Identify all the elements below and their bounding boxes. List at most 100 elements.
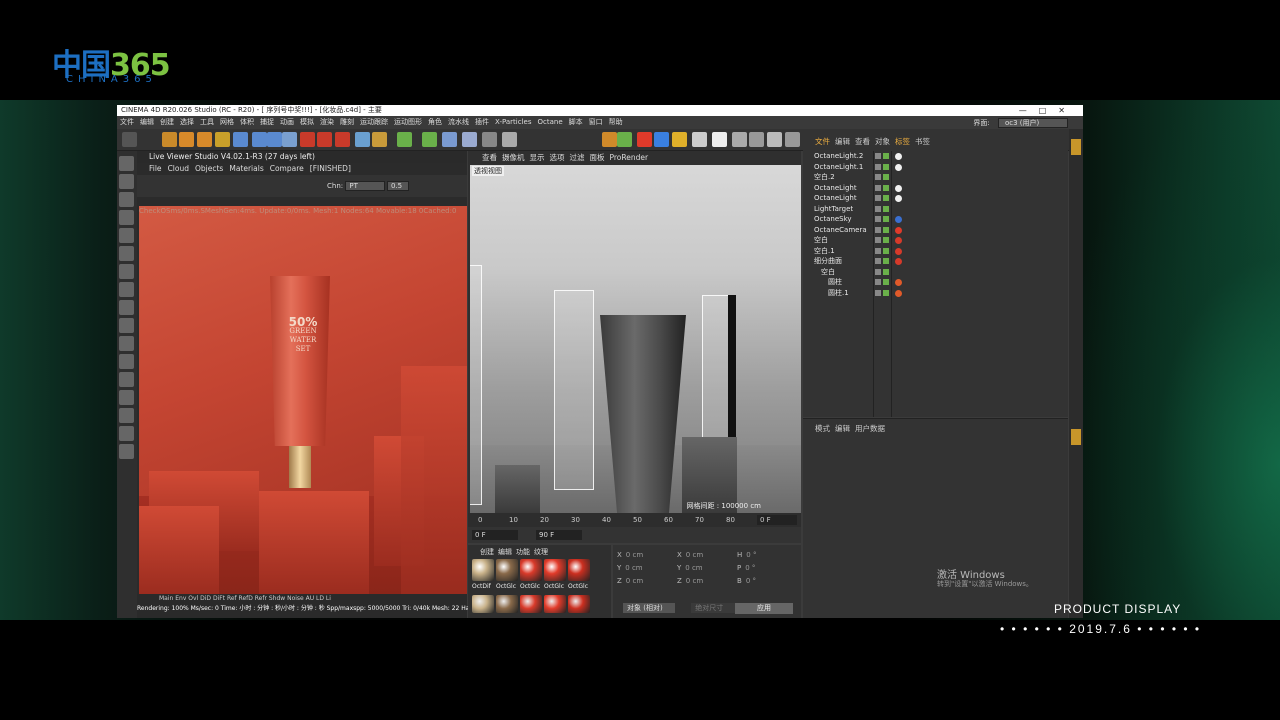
enabled-check-icon[interactable] — [883, 258, 889, 264]
visibility-icon[interactable] — [875, 195, 881, 201]
menu-item[interactable]: 动画 — [280, 118, 294, 126]
visibility-icon[interactable] — [875, 258, 881, 264]
lv-menu-item[interactable]: Objects — [195, 164, 223, 173]
close-button[interactable]: ✕ — [1058, 106, 1077, 115]
coord-value[interactable]: 0 cm — [625, 564, 642, 572]
object-menu-item[interactable]: 对象 — [875, 137, 890, 146]
material-swatch[interactable] — [568, 595, 590, 613]
lv-menu-item[interactable]: [FINISHED] — [310, 164, 351, 173]
object-menu-item[interactable]: 编辑 — [835, 137, 850, 146]
material-tag-icon[interactable] — [895, 289, 902, 297]
side-tab[interactable] — [1071, 139, 1081, 155]
toolbar-icon[interactable] — [785, 132, 800, 147]
visibility-icon[interactable] — [875, 279, 881, 285]
menu-item[interactable]: 工具 — [200, 118, 214, 126]
coord-field[interactable]: Y0 cm — [677, 564, 737, 572]
enabled-check-icon[interactable] — [883, 247, 889, 254]
object-menu-item[interactable]: 查看 — [855, 137, 870, 146]
toolbar-icon[interactable] — [482, 132, 497, 147]
minimize-button[interactable]: — — [1019, 106, 1039, 115]
menu-item[interactable]: 创建 — [160, 118, 174, 126]
material-swatch[interactable] — [496, 595, 518, 613]
material-tag-icon[interactable] — [895, 163, 902, 171]
coord-value[interactable]: 0 cm — [626, 551, 643, 559]
object-row[interactable]: OctaneCamera — [803, 225, 1068, 236]
side-tab[interactable] — [1071, 429, 1081, 445]
menu-item[interactable]: 编辑 — [140, 118, 154, 126]
start-frame-field[interactable]: 0 F — [472, 530, 518, 540]
visibility-icon[interactable] — [875, 163, 881, 170]
toolbar-icon[interactable] — [355, 132, 370, 147]
viewport-menu-item[interactable]: 选项 — [550, 153, 565, 162]
coord-value[interactable]: 0 cm — [626, 577, 643, 585]
visibility-icon[interactable] — [875, 289, 881, 296]
toolbar-icon[interactable] — [732, 132, 747, 147]
object-row[interactable]: LightTarget — [803, 204, 1068, 215]
coord-field[interactable]: X 0 cm — [617, 551, 677, 559]
coord-mode-dropdown[interactable]: 对象 (相对) — [623, 603, 675, 613]
material-swatch[interactable] — [472, 559, 494, 581]
attribute-menu-item[interactable]: 用户数据 — [855, 424, 885, 433]
object-row[interactable]: 圆柱.1 — [803, 288, 1068, 299]
visibility-icon[interactable] — [875, 205, 881, 212]
menu-item[interactable]: X-Particles — [495, 118, 531, 126]
material-menu-item[interactable]: 编辑 — [498, 548, 512, 556]
toolbar-icon[interactable] — [335, 132, 350, 147]
coord-value[interactable]: 0 cm — [686, 551, 703, 559]
tool-icon[interactable] — [119, 282, 134, 297]
material-menu-item[interactable]: 纹理 — [534, 548, 548, 556]
visibility-icon[interactable] — [875, 268, 881, 275]
toolbar-icon[interactable] — [233, 132, 248, 147]
object-row[interactable]: 空白 — [803, 267, 1068, 278]
visibility-icon[interactable] — [875, 174, 881, 180]
toolbar-icon[interactable] — [767, 132, 782, 147]
viewport-menu-item[interactable]: 面板 — [590, 153, 605, 162]
current-frame-field[interactable]: 0 F — [757, 515, 797, 525]
toolbar-icon[interactable] — [749, 132, 764, 147]
menu-item[interactable]: 流水线 — [448, 118, 469, 126]
toolbar-icon[interactable] — [282, 132, 297, 147]
material-tag-icon[interactable] — [895, 195, 902, 202]
visibility-icon[interactable] — [875, 153, 881, 159]
viewport-menu-item[interactable]: ProRender — [610, 153, 649, 162]
enabled-check-icon[interactable] — [883, 195, 889, 201]
tool-icon[interactable] — [119, 192, 134, 207]
toolbar-icon[interactable] — [179, 132, 194, 147]
tool-icon[interactable] — [119, 210, 134, 225]
menu-item[interactable]: 模拟 — [300, 118, 314, 126]
material-tag-icon[interactable] — [895, 153, 902, 160]
channel-selector[interactable]: Chn: PT — [327, 181, 386, 191]
perspective-viewport[interactable]: 透视视图 网格间距 : 100000 cm — [470, 165, 801, 513]
object-row[interactable]: 细分曲面 — [803, 256, 1068, 267]
menu-item[interactable]: 运动图形 — [394, 118, 422, 126]
toolbar-icon[interactable] — [267, 132, 282, 147]
enabled-check-icon[interactable] — [883, 184, 889, 191]
material-swatch[interactable] — [568, 559, 590, 581]
toolbar-icon[interactable] — [672, 132, 687, 147]
toolbar-icon[interactable] — [637, 132, 652, 147]
enabled-check-icon[interactable] — [883, 205, 889, 212]
tool-icon[interactable] — [119, 444, 134, 459]
lv-menu-item[interactable]: Cloud — [168, 164, 189, 173]
toolbar-icon[interactable] — [502, 132, 517, 147]
maximize-button[interactable]: □ — [1039, 106, 1059, 115]
toolbar-icon[interactable] — [602, 132, 617, 147]
material-swatch[interactable] — [544, 559, 566, 581]
coord-value[interactable]: 0 ° — [745, 564, 755, 572]
material-tag-icon[interactable] — [895, 184, 902, 192]
coord-value[interactable]: 0 ° — [746, 577, 756, 585]
menu-item[interactable]: 网格 — [220, 118, 234, 126]
material-menu-item[interactable]: 功能 — [516, 548, 530, 556]
material-tag-icon[interactable] — [895, 247, 902, 255]
enabled-check-icon[interactable] — [883, 216, 889, 222]
coord-field[interactable]: X 0 cm — [677, 551, 737, 559]
object-menu-item[interactable]: 书签 — [915, 137, 930, 146]
visibility-icon[interactable] — [875, 237, 881, 243]
coord-field[interactable]: B 0 ° — [737, 577, 797, 585]
lv-menu-item[interactable]: File — [149, 164, 162, 173]
object-menu-item[interactable]: 文件 — [815, 137, 830, 146]
object-row[interactable]: OctaneLight.2 — [803, 151, 1068, 162]
toolbar-icon[interactable] — [712, 132, 727, 147]
material-tag-icon[interactable] — [895, 237, 902, 244]
object-row[interactable]: 空白 — [803, 235, 1068, 246]
